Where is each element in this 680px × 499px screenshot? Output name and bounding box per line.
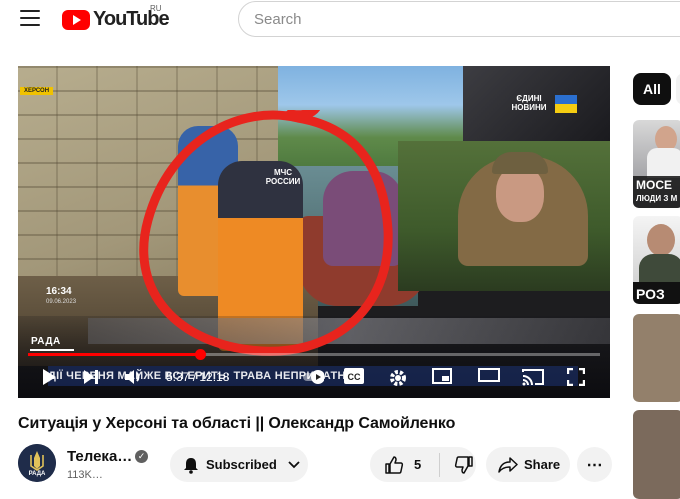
thumbs-up-icon [385,455,404,474]
news-badge: ЄДИНІ НОВИНИ [511,94,547,112]
bell-icon [184,457,198,474]
hamburger-icon[interactable] [20,10,40,26]
subscribed-button[interactable]: Subscribed [170,447,308,482]
country-code: RU [150,4,162,13]
gear-icon[interactable] [388,368,408,388]
avatar[interactable]: РАДА [18,444,56,482]
chevron-down-icon [288,460,300,468]
fullscreen-icon[interactable] [567,368,585,386]
chip-all[interactable]: All [633,73,671,105]
search-input[interactable]: Search [238,1,680,37]
channel-tag: РАДА [31,336,61,347]
scrubber-handle[interactable] [194,349,206,360]
like-dislike-group: 5 [370,447,476,482]
subscriber-count: 113K… [67,469,103,481]
thumbnail-title-1b: ЛЮДИ З М [636,194,678,203]
share-label: Share [524,457,561,472]
subtitles-icon[interactable]: CC [344,368,364,384]
channel-tag-underline [30,349,74,351]
like-count: 5 [414,457,422,472]
volume-icon[interactable] [124,368,144,386]
time-display: 5:37 / 12:18 [166,370,230,384]
share-icon [498,456,518,473]
recommended-thumbnail[interactable]: РОЗ [633,216,680,304]
channel-name[interactable]: Телека… [67,448,132,465]
chip-all-label: All [643,81,661,97]
more-horizontal-icon[interactable]: ⋯ [577,447,612,482]
thumbnail-title-2: РОЗ [636,286,665,302]
subscribed-label: Subscribed [206,457,277,472]
location-tag: ХЕРСОН [20,87,54,95]
progress-bar[interactable] [28,349,600,360]
thumbnail-title-1a: МОСЕ [636,178,672,192]
progress-fill [28,353,200,356]
svg-text:CC: CC [348,372,361,382]
recommended-thumbnail[interactable] [633,410,680,499]
verified-check-icon: ✓ [135,450,148,463]
thumbs-down-icon [454,455,473,474]
vest-text: МЧС РОССИИ [265,168,301,186]
search-placeholder: Search [254,10,302,28]
ukraine-flag-icon [555,95,577,113]
video-player[interactable]: МЧС РОССИИ ХЕРСОН ЄДИНІ НОВИНИ 16:34 09.… [18,66,610,398]
overlay-date: 09.06.2023 [46,299,77,305]
cast-icon[interactable] [522,368,544,386]
recommended-thumbnail[interactable] [633,314,680,402]
recommended-thumbnail[interactable]: МОСЕ ЛЮДИ З М [633,120,680,208]
next-icon[interactable] [82,368,100,386]
video-frame: МЧС РОССИИ [18,66,610,398]
miniplayer-icon[interactable] [432,368,452,384]
chip-next[interactable] [676,73,680,105]
avatar-text: РАДА [28,471,46,477]
share-button[interactable]: Share [486,447,570,482]
video-title: Ситуація у Херсоні та області || Олексан… [18,415,456,432]
theater-mode-icon[interactable] [478,368,500,382]
play-icon[interactable] [40,368,58,386]
autoplay-toggle-icon[interactable] [302,368,324,386]
youtube-play-icon [62,9,90,30]
dislike-button[interactable] [454,455,474,475]
overlay-clock: 16:34 [46,286,72,297]
like-button[interactable]: 5 [384,452,440,477]
